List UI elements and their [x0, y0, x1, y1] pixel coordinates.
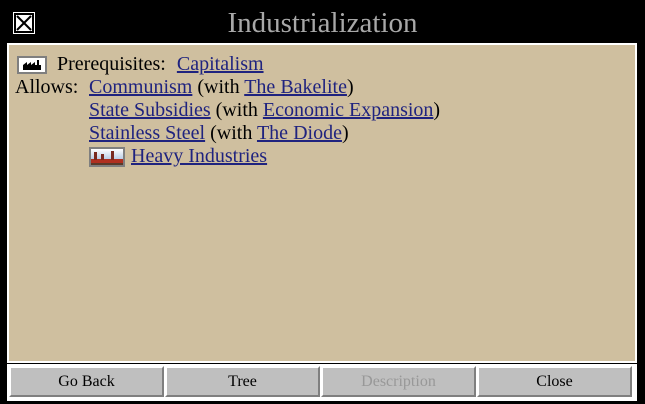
- link-stainless-steel[interactable]: Stainless Steel: [89, 122, 205, 144]
- link-heavy-industries[interactable]: Heavy Industries: [131, 145, 267, 167]
- go-back-button[interactable]: Go Back: [9, 366, 164, 397]
- allows-item-communism: Communism (with The Bakelite): [89, 76, 354, 98]
- allows-label: Allows:: [15, 76, 79, 98]
- paren-close: ): [346, 76, 354, 98]
- tree-button[interactable]: Tree: [165, 366, 320, 397]
- button-bar: Go Back Tree Description Close: [7, 364, 637, 401]
- window-title: Industrialization: [227, 7, 418, 39]
- link-the-diode[interactable]: The Diode: [257, 122, 342, 144]
- window-close-icon[interactable]: [11, 10, 37, 36]
- with-prefix: (with: [215, 99, 258, 121]
- description-button[interactable]: Description: [321, 366, 476, 397]
- with-prefix: (with: [210, 122, 253, 144]
- link-the-bakelite[interactable]: The Bakelite: [244, 76, 347, 98]
- prereq-link-capitalism[interactable]: Capitalism: [177, 53, 264, 75]
- factory-icon: [17, 56, 47, 75]
- link-state-subsidies[interactable]: State Subsidies: [89, 99, 211, 121]
- prerequisites-label: Prerequisites:: [57, 53, 166, 75]
- close-button[interactable]: Close: [477, 366, 632, 397]
- link-communism[interactable]: Communism: [89, 76, 192, 98]
- paren-close: ): [433, 99, 441, 121]
- paren-close: ): [341, 122, 349, 144]
- with-prefix: (with: [197, 76, 240, 98]
- allows-item-stainless-steel: Stainless Steel (with The Diode): [89, 122, 349, 144]
- heavy-industries-icon[interactable]: [89, 147, 125, 168]
- prerequisites-row: Prerequisites: Capitalism: [17, 53, 264, 75]
- advance-window: Industrialization Prerequisites: Capital…: [0, 0, 645, 404]
- allows-item-heavy-industries: Heavy Industries: [89, 145, 267, 168]
- advance-info-panel: Prerequisites: Capitalism Allows: Commun…: [7, 43, 637, 363]
- link-economic-expansion[interactable]: Economic Expansion: [263, 99, 434, 121]
- title-bar[interactable]: Industrialization: [0, 0, 645, 44]
- allows-item-state-subsidies: State Subsidies (with Economic Expansion…: [89, 99, 440, 121]
